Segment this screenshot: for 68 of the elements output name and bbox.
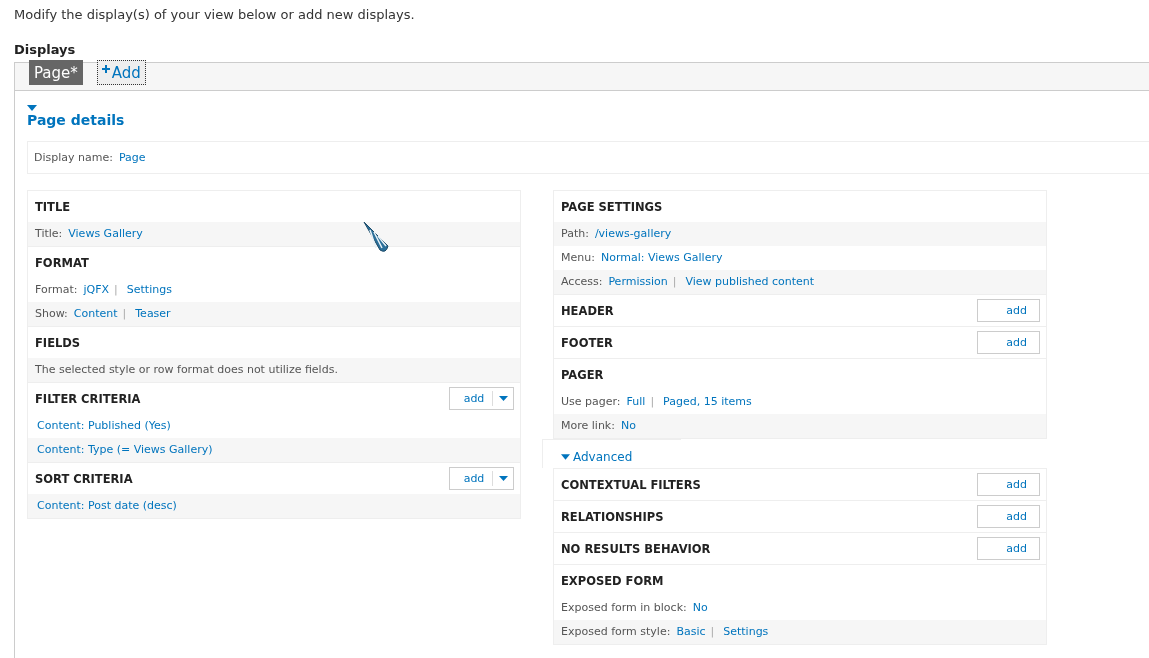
setting-note: The selected style or row format does not utilize fields. [35, 363, 338, 376]
caret-icon [498, 476, 508, 481]
triangle-down-icon [561, 454, 570, 460]
setting-link[interactable]: Basic [676, 625, 706, 638]
add-display-button[interactable]: Add [96, 60, 146, 85]
add-dropdown-button[interactable]: add [449, 467, 514, 490]
setting-label: Menu: [561, 251, 595, 264]
section-title: FOOTER [561, 335, 613, 350]
setting-link[interactable]: Full [626, 395, 646, 408]
setting-link[interactable]: Content [73, 307, 118, 320]
separator: | [114, 283, 118, 296]
setting-label: Show: [35, 307, 68, 320]
setting-link[interactable]: Permission [608, 275, 668, 288]
section-title: FIELDS [35, 335, 81, 350]
section-title: PAGER [561, 367, 604, 382]
setting-link[interactable]: Teaser [135, 307, 171, 320]
add-button[interactable]: add [977, 473, 1040, 496]
section-title: CONTEXTUAL FILTERS [561, 477, 701, 492]
section-title: HEADER [561, 303, 614, 318]
setting-link[interactable]: Content: Published (Yes) [37, 419, 171, 432]
setting-link[interactable]: Content: Post date (desc) [37, 499, 177, 512]
setting-link[interactable]: Views Gallery [68, 227, 143, 240]
section-title: FORMAT [35, 255, 89, 270]
section-title: TITLE [35, 199, 71, 214]
setting-label: Use pager: [561, 395, 621, 408]
add-button[interactable]: add [977, 537, 1040, 560]
add-button[interactable]: add [977, 331, 1040, 354]
separator: | [122, 307, 127, 320]
setting-link[interactable]: jQFX [83, 283, 110, 296]
add-button[interactable]: add [977, 299, 1040, 322]
setting-link[interactable]: Settings [126, 283, 172, 296]
setting-label: Title: [35, 227, 63, 240]
section-title: EXPOSED FORM [561, 573, 664, 588]
displays-heading: Displays [14, 42, 77, 58]
triangle-down-icon [27, 105, 37, 111]
add-button[interactable]: add [977, 505, 1040, 528]
plus-icon [101, 64, 110, 73]
setting-link[interactable]: Normal: Views Gallery [600, 251, 723, 264]
add-dropdown-button[interactable]: add [449, 387, 514, 410]
setting-label: Access: [561, 275, 603, 288]
separator: | [672, 275, 677, 288]
setting-label: More link: [561, 419, 615, 432]
setting-label: Display name: [34, 151, 113, 164]
details-heading[interactable]: Page details [27, 112, 125, 128]
setting-label: Format: [35, 283, 78, 296]
setting-link[interactable]: Content: Type (= Views Gallery) [37, 443, 213, 456]
intro-text: Modify the display(s) of your view below or add new displays. [13, 6, 416, 22]
setting-link[interactable]: /views-gallery [594, 227, 672, 240]
section-title: RELATIONSHIPS [561, 509, 664, 524]
setting-link[interactable]: No [692, 601, 708, 614]
display-tab[interactable]: Page* [29, 60, 83, 85]
setting-link[interactable]: Settings [723, 625, 769, 638]
setting-label: Path: [561, 227, 589, 240]
setting-link[interactable]: View published content [685, 275, 815, 288]
setting-link[interactable]: Page [118, 151, 146, 164]
section-title: PAGE SETTINGS [561, 199, 663, 214]
setting-link[interactable]: No [620, 419, 636, 432]
section-title: SORT CRITERIA [35, 471, 133, 486]
details-toggle[interactable]: Page details [27, 105, 125, 128]
setting-label: Exposed form style: [561, 625, 671, 638]
setting-label: Exposed form in block: [561, 601, 687, 614]
section-title: NO RESULTS BEHAVIOR [561, 541, 711, 556]
caret-icon [498, 396, 508, 401]
separator: | [650, 395, 655, 408]
advanced-toggle[interactable]: Advanced [542, 439, 681, 468]
section-title: FILTER CRITERIA [35, 391, 141, 406]
separator: | [710, 625, 715, 638]
setting-link[interactable]: Paged, 15 items [663, 395, 752, 408]
